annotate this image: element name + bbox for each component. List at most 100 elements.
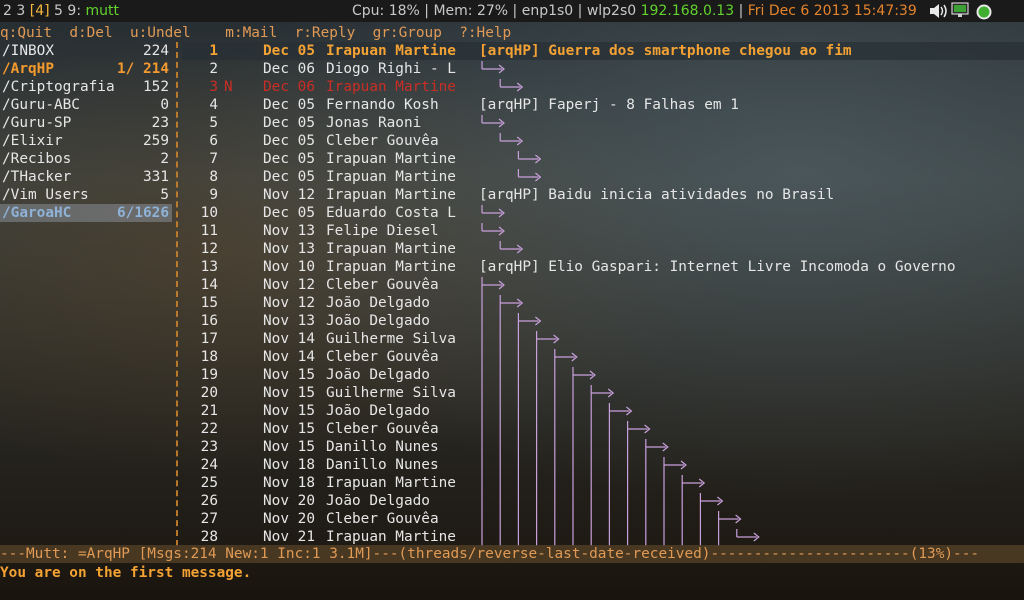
workspace-2[interactable]: 2 <box>3 3 12 19</box>
help-undelete[interactable]: u:Undel <box>130 25 191 41</box>
mailbox-sidebar: /INBOX 224 /ArqHP 1/ 214 /Criptografia 152 … <box>0 42 182 222</box>
message-sender: João Delgado <box>326 295 430 311</box>
message-number: 7 <box>209 151 218 167</box>
help-reply[interactable]: r:Reply <box>295 25 356 41</box>
message-number: 6 <box>209 133 218 149</box>
message-row[interactable]: 28 Nov 21 Irapuan Martine <box>182 528 1024 546</box>
mailbox-guru-abc[interactable]: /Guru-ABC 0 <box>0 96 172 114</box>
message-line: You are on the first message. <box>0 565 252 581</box>
mailbox-guru-sp[interactable]: /Guru-SP 23 <box>0 114 172 132</box>
message-row[interactable]: 16 Nov 13 João Delgado <box>182 312 1024 330</box>
mailbox-count: 224 <box>143 43 169 59</box>
message-sender: Cleber Gouvêa <box>326 133 439 149</box>
help-delete[interactable]: d:Del <box>69 25 112 41</box>
message-row-selected[interactable]: 1 Dec 05 Irapuan Martine [arqHP] Guerra dos… <box>182 42 1024 60</box>
message-row[interactable]: 15 Nov 12 João Delgado <box>182 294 1024 312</box>
message-number: 5 <box>209 115 218 131</box>
message-row[interactable]: 19 Nov 15 João Delgado <box>182 366 1024 384</box>
message-sender: João Delgado <box>326 403 430 419</box>
message-date: Dec 05 <box>263 151 315 167</box>
mailbox-name: /INBOX <box>2 43 54 59</box>
message-row[interactable]: 22 Nov 15 Cleber Gouvêa <box>182 420 1024 438</box>
message-row[interactable]: 21 Nov 15 João Delgado <box>182 402 1024 420</box>
message-date: Nov 13 <box>263 313 315 329</box>
message-sender: João Delgado <box>326 493 430 509</box>
message-row[interactable]: 20 Nov 15 Guilherme Silva <box>182 384 1024 402</box>
message-date: Nov 12 <box>263 187 315 203</box>
message-row[interactable]: 18 Nov 14 Cleber Gouvêa <box>182 348 1024 366</box>
message-row[interactable]: 25 Nov 18 Irapuan Martine <box>182 474 1024 492</box>
help-help[interactable]: ?:Help <box>459 25 511 41</box>
mailbox-name: /THacker <box>2 169 72 185</box>
message-row[interactable]: 10 Dec 05 Eduardo Costa L <box>182 204 1024 222</box>
message-date: Nov 18 <box>263 475 315 491</box>
message-number: 20 <box>200 385 218 401</box>
mailbox-arqhp[interactable]: /ArqHP 1/ 214 <box>0 60 172 78</box>
message-number: 13 <box>200 259 218 275</box>
message-number: 9 <box>209 187 218 203</box>
message-date: Nov 18 <box>263 457 315 473</box>
status-icon[interactable] <box>976 4 992 20</box>
message-number: 14 <box>200 277 218 293</box>
system-tray <box>930 2 992 20</box>
message-subject: [arqHP] Baidu inicia atividades no Brasi… <box>479 187 835 203</box>
message-number: 27 <box>200 511 218 527</box>
message-date: Nov 12 <box>263 277 315 293</box>
help-mail[interactable]: m:Mail <box>225 25 277 41</box>
wifi-interface: wlp2s0 <box>586 3 637 19</box>
mailbox-count: 331 <box>143 169 169 185</box>
workspace-3[interactable]: 3 <box>16 3 25 19</box>
workspace-switcher[interactable]: 2 3 [4] 5 9: mutt <box>3 0 119 22</box>
mailbox-name: /Criptografia <box>2 79 115 95</box>
mailbox-vim-users[interactable]: /Vim Users 5 <box>0 186 172 204</box>
workspace-9[interactable]: 9 <box>67 3 76 19</box>
message-row[interactable]: 3 N Dec 06 Irapuan Martine <box>182 78 1024 96</box>
workspace-4-current[interactable]: [4] <box>30 3 50 19</box>
message-row[interactable]: 27 Nov 20 Cleber Gouvêa <box>182 510 1024 528</box>
mailbox-garoahc[interactable]: /GaroaHC 6/1626 <box>0 204 172 222</box>
message-row[interactable]: 9 Nov 12 Irapuan Martine [arqHP] Baidu inic… <box>182 186 1024 204</box>
mailbox-count: 259 <box>143 133 169 149</box>
mailbox-thacker[interactable]: /THacker 331 <box>0 168 172 186</box>
mailbox-elixir[interactable]: /Elixir 259 <box>0 132 172 150</box>
workspace-5[interactable]: 5 <box>54 3 63 19</box>
message-date: Nov 14 <box>263 331 315 347</box>
message-row[interactable]: 2 Dec 06 Diogo Righi - L <box>182 60 1024 78</box>
help-group-reply[interactable]: gr:Group <box>373 25 442 41</box>
message-row[interactable]: 26 Nov 20 João Delgado <box>182 492 1024 510</box>
message-row[interactable]: 12 Nov 13 Irapuan Martine <box>182 240 1024 258</box>
message-row[interactable]: 7 Dec 05 Irapuan Martine <box>182 150 1024 168</box>
message-date: Nov 15 <box>263 403 315 419</box>
help-quit[interactable]: q:Quit <box>0 25 52 41</box>
message-row[interactable]: 23 Nov 15 Danillo Nunes <box>182 438 1024 456</box>
mem-usage: Mem: 27% <box>433 3 509 19</box>
message-subject: [arqHP] Elio Gaspari: Internet Livre Inc… <box>479 259 956 275</box>
message-date: Nov 15 <box>263 421 315 437</box>
message-number: 2 <box>209 61 218 77</box>
message-row[interactable]: 17 Nov 14 Guilherme Silva <box>182 330 1024 348</box>
message-row[interactable]: 14 Nov 12 Cleber Gouvêa <box>182 276 1024 294</box>
mailbox-inbox[interactable]: /INBOX 224 <box>0 42 172 60</box>
message-row[interactable]: 11 Nov 13 Felipe Diesel <box>182 222 1024 240</box>
mailbox-count: 2 <box>160 151 169 167</box>
network-icon[interactable] <box>951 2 969 17</box>
message-row[interactable]: 13 Nov 10 Irapuan Martine [arqHP] Elio Gasp… <box>182 258 1024 276</box>
message-sender: Fernando Kosh <box>326 97 439 113</box>
volume-icon[interactable] <box>930 4 947 18</box>
message-sender: Irapuan Martine <box>326 475 456 491</box>
mailbox-name: /GaroaHC <box>2 205 72 221</box>
message-number: 1 <box>209 43 218 59</box>
active-window-title: mutt <box>85 3 120 19</box>
message-flag: N <box>224 79 233 95</box>
message-row[interactable]: 5 Dec 05 Jonas Raoni <box>182 114 1024 132</box>
mailbox-recibos[interactable]: /Recibos 2 <box>0 150 172 168</box>
message-number: 18 <box>200 349 218 365</box>
message-row[interactable]: 6 Dec 05 Cleber Gouvêa <box>182 132 1024 150</box>
message-row[interactable]: 4 Dec 05 Fernando Kosh [arqHP] Faperj - 8 F… <box>182 96 1024 114</box>
message-row[interactable]: 24 Nov 18 Danillo Nunes <box>182 456 1024 474</box>
mailbox-count: 6/1626 <box>117 205 169 221</box>
message-sender: Felipe Diesel <box>326 223 439 239</box>
message-row[interactable]: 8 Dec 05 Irapuan Martine <box>182 168 1024 186</box>
mailbox-criptografia[interactable]: /Criptografia 152 <box>0 78 172 96</box>
mailbox-name: /ArqHP <box>2 61 54 77</box>
